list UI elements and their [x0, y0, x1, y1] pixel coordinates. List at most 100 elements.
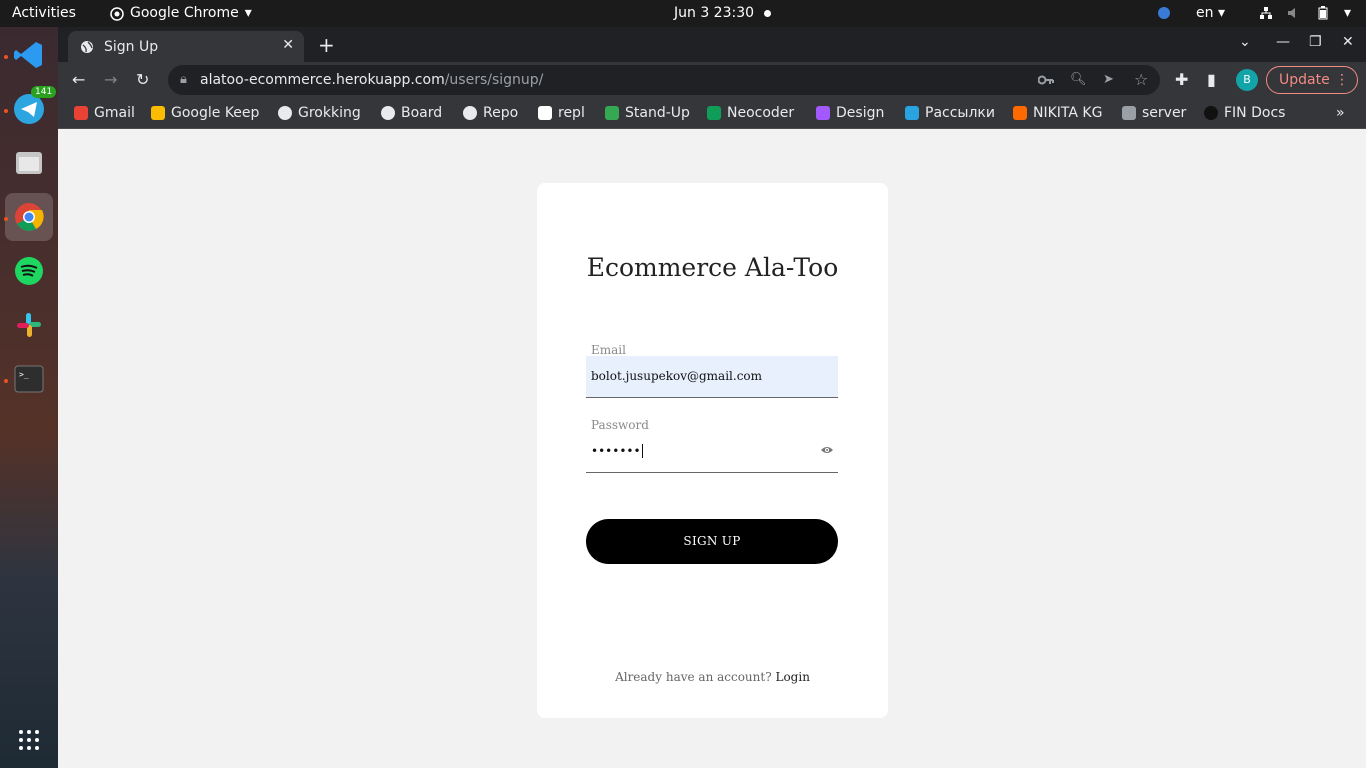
chrome-icon [15, 203, 44, 231]
system-menu-chevron-icon[interactable]: ▾ [1344, 0, 1351, 27]
signup-card: Ecommerce Ala-Too Email bolot.jusupekov@… [537, 183, 888, 718]
bookmark-gmail[interactable]: Gmail [74, 98, 135, 128]
email-value: bolot.jusupekov@gmail.com [591, 369, 763, 383]
update-label: Update [1279, 72, 1330, 88]
running-indicator [4, 109, 8, 113]
send-icon[interactable]: ➤ [1103, 65, 1114, 95]
apps-grid-icon [19, 730, 39, 750]
figma-icon [816, 106, 830, 120]
reload-icon[interactable]: ↻ [136, 70, 149, 89]
slack-icon [17, 313, 41, 337]
bookmark-label: Stand-Up [625, 105, 690, 121]
eye-icon[interactable] [820, 445, 834, 455]
running-indicator [4, 217, 8, 221]
clock[interactable]: Jun 3 23:30 [674, 0, 754, 27]
dock-show-apps[interactable] [5, 716, 53, 764]
side-panel-icon[interactable]: ▮ [1207, 70, 1216, 89]
folder-icon [1122, 106, 1136, 120]
running-indicator [4, 379, 8, 383]
sign-up-button[interactable]: SIGN UP [586, 519, 838, 564]
app-menu-label: Google Chrome [130, 5, 239, 21]
notification-dot-icon [764, 10, 771, 17]
globe-icon [381, 106, 395, 120]
globe-icon [463, 106, 477, 120]
globe-icon [278, 106, 292, 120]
minimize-button[interactable]: — [1276, 34, 1290, 50]
login-prompt: Already have an account? Login [537, 670, 888, 684]
dock-chrome[interactable] [5, 193, 53, 241]
zoom-icon[interactable]: 🔍︎ [1070, 65, 1087, 95]
tab-sign-up[interactable]: Sign Up ✕ [68, 31, 304, 62]
address-bar[interactable]: 🔒︎ alatoo-ecommerce.herokuapp.com/users/… [168, 65, 1160, 95]
profile-avatar[interactable]: B [1236, 69, 1258, 91]
menu-kebab-icon[interactable]: ⋮ [1335, 67, 1349, 93]
password-field[interactable]: ••••••• [586, 431, 838, 473]
bookmark-fin-docs[interactable]: FIN Docs [1204, 98, 1285, 128]
files-icon [16, 152, 42, 174]
dock-terminal[interactable]: >_ [5, 355, 53, 403]
extensions-icon[interactable]: ✚ [1175, 70, 1188, 89]
bookmark-google-keep[interactable]: Google Keep [151, 98, 259, 128]
dock-slack[interactable] [5, 301, 53, 349]
system-top-bar: Activities Google Chrome ▾ Jun 3 23:30 e… [0, 0, 1366, 27]
language-selector[interactable]: en ▾ [1196, 0, 1225, 27]
update-button[interactable]: Update ⋮ [1266, 66, 1358, 94]
bookmark-folder-server[interactable]: server [1122, 98, 1186, 128]
svg-text:>_: >_ [19, 370, 29, 379]
bookmark-repo[interactable]: Repo [463, 98, 518, 128]
fin-icon [1204, 106, 1218, 120]
spotify-icon [15, 257, 43, 285]
tab-search-chevron-icon[interactable]: ⌄ [1239, 34, 1251, 50]
bookmark-label: Board [401, 105, 443, 121]
bookmark-mailings[interactable]: Рассылки [905, 98, 995, 128]
globe-icon [81, 40, 93, 53]
lock-icon[interactable]: 🔒︎ [180, 65, 187, 95]
forward-arrow-icon[interactable]: → [104, 70, 117, 89]
url-path: /users/signup/ [444, 72, 544, 88]
dock-spotify[interactable] [5, 247, 53, 295]
bookmark-nikita-kg[interactable]: NIKITA KG [1013, 98, 1102, 128]
gmail-icon [74, 106, 88, 120]
vscode-icon [14, 42, 42, 68]
vpn-globe-icon[interactable] [1157, 6, 1171, 20]
bookmark-label: NIKITA KG [1033, 105, 1103, 121]
dock-files[interactable] [5, 139, 53, 187]
network-icon[interactable] [1259, 6, 1273, 20]
more-bookmarks-chevron-icon[interactable]: » [1336, 98, 1345, 128]
keep-icon [151, 106, 165, 120]
repl-icon [538, 106, 552, 120]
bookmark-label: Grokking [298, 105, 361, 121]
app-menu[interactable]: Google Chrome ▾ [110, 0, 252, 27]
meet-icon [605, 106, 619, 120]
bookmark-grokking[interactable]: Grokking [278, 98, 361, 128]
close-window-button[interactable]: ✕ [1342, 34, 1354, 50]
footer-text: Already have an account? [615, 670, 772, 684]
sheets-icon [707, 106, 721, 120]
key-icon[interactable] [1038, 74, 1054, 86]
bookmark-neocoder[interactable]: Neocoder [707, 98, 794, 128]
email-field[interactable]: bolot.jusupekov@gmail.com [586, 356, 838, 398]
bookmark-label: repl [558, 105, 585, 121]
browser-toolbar: ← → ↻ 🔒︎ alatoo-ecommerce.herokuapp.com/… [58, 62, 1366, 98]
login-link[interactable]: Login [775, 670, 809, 684]
close-tab-icon[interactable]: ✕ [282, 37, 294, 53]
bookmark-stand-up[interactable]: Stand-Up [605, 98, 690, 128]
bookmark-star-icon[interactable]: ☆ [1134, 65, 1148, 95]
volume-icon[interactable] [1287, 6, 1301, 20]
back-arrow-icon[interactable]: ← [72, 70, 85, 89]
language-label: en [1196, 5, 1214, 21]
bookmark-repl[interactable]: repl [538, 98, 585, 128]
dock-telegram[interactable]: 141 [5, 85, 57, 133]
dock-vscode[interactable] [5, 31, 53, 79]
password-label: Password [591, 418, 649, 432]
battery-icon[interactable] [1316, 6, 1330, 20]
bookmark-design[interactable]: Design [816, 98, 884, 128]
running-indicator [4, 55, 8, 59]
bookmark-label: Neocoder [727, 105, 795, 121]
chevron-down-icon: ▾ [244, 5, 252, 21]
activities-button[interactable]: Activities [12, 0, 76, 27]
restore-button[interactable]: ❐ [1309, 34, 1322, 50]
new-tab-button[interactable]: + [318, 33, 335, 57]
bookmark-board[interactable]: Board [381, 98, 442, 128]
email-label: Email [591, 343, 626, 357]
